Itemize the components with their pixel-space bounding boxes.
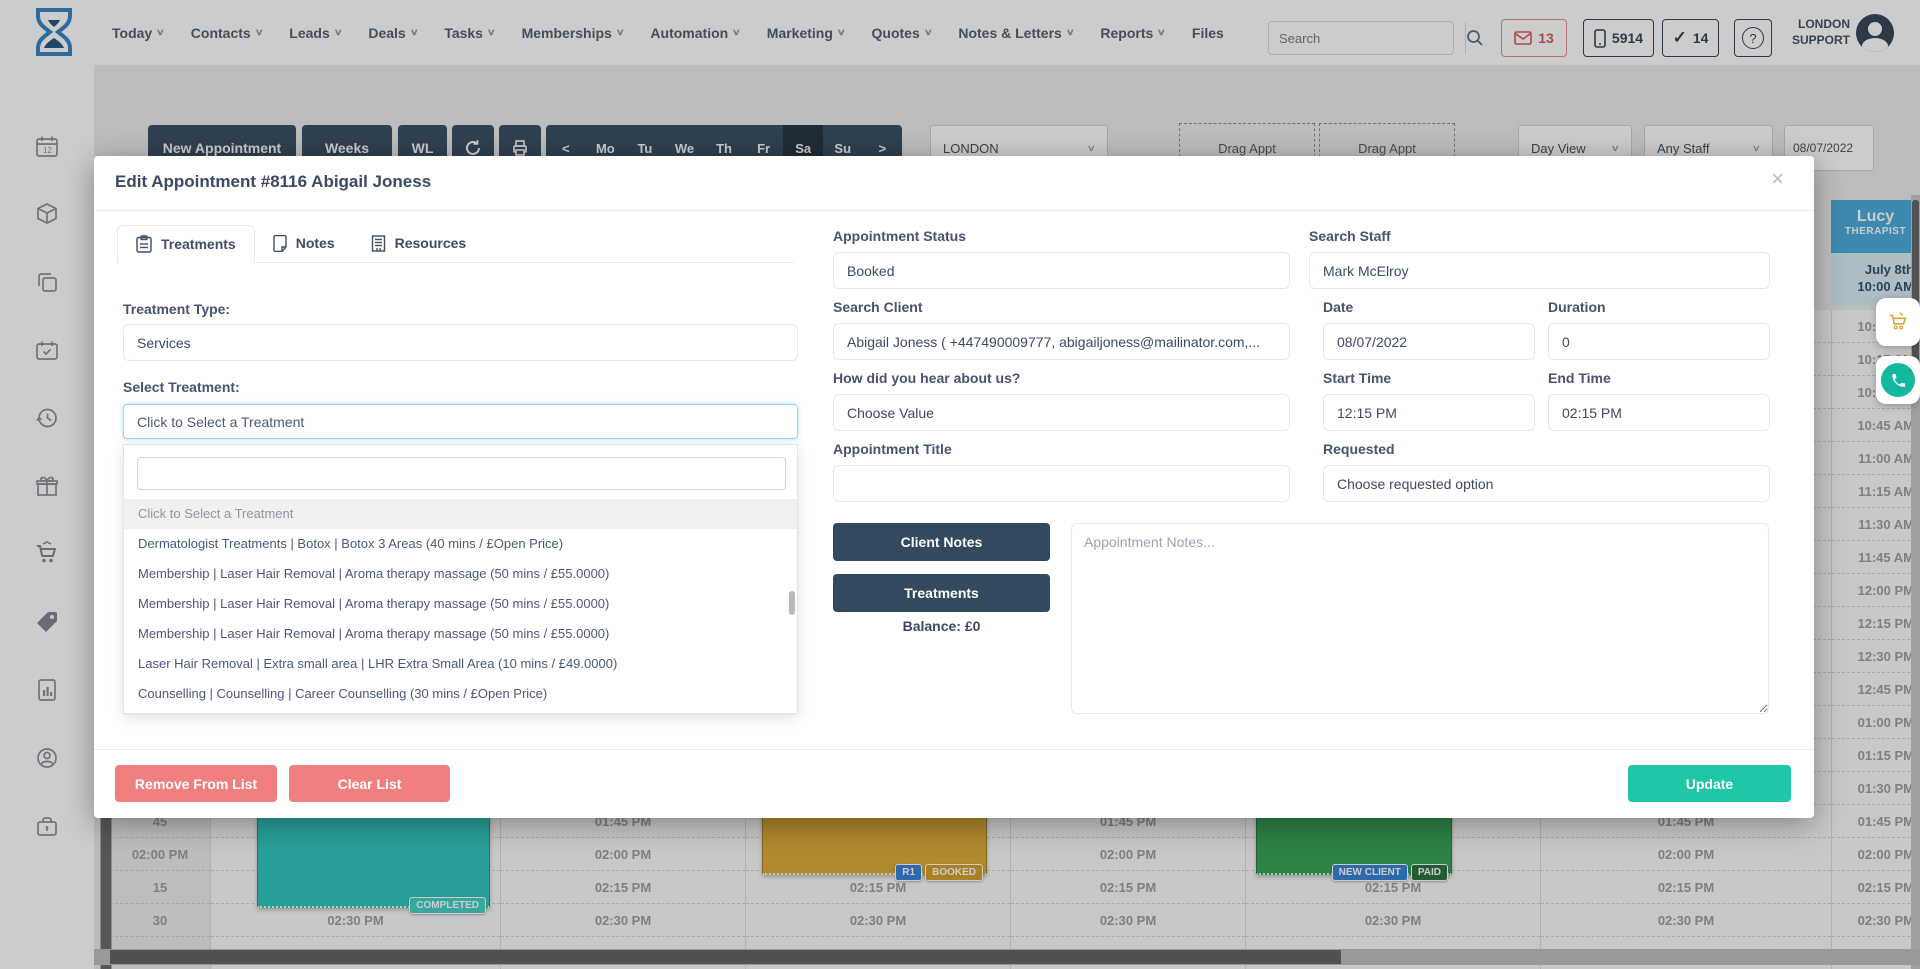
treatment-dropdown: Click to Select a TreatmentDermatologist… (123, 444, 798, 714)
select-treatment-combobox[interactable]: Click to Select a Treatment (123, 404, 798, 439)
tab-label: Notes (296, 235, 335, 251)
treatment-options-list: Click to Select a TreatmentDermatologist… (124, 499, 797, 709)
treatment-option[interactable]: Dermatologist Treatments | Botox | Botox… (124, 529, 797, 559)
hear-about-select[interactable]: Choose Value (833, 394, 1290, 431)
treatment-option[interactable]: Laser Hair Removal | Extra small area | … (124, 649, 797, 679)
treatment-option[interactable]: Counselling | Counselling | Career Couns… (124, 679, 797, 709)
hear-about-label: How did you hear about us? (833, 370, 1020, 386)
end-time-label: End Time (1548, 370, 1611, 386)
duration-input[interactable]: 0 (1548, 323, 1770, 360)
app-canvas: Today∨ Contacts∨ Leads∨ Deals∨ Tasks∨ Me… (0, 0, 1920, 969)
requested-select[interactable]: Choose requested option (1323, 465, 1770, 502)
modal-title: Edit Appointment #8116 Abigail Joness (115, 172, 431, 192)
treatment-option[interactable]: Click to Select a Treatment (124, 499, 797, 529)
update-button[interactable]: Update (1628, 765, 1791, 802)
appointment-status-select[interactable]: Booked (833, 252, 1290, 289)
tab-treatments[interactable]: Treatments (117, 225, 255, 263)
remove-from-list-button[interactable]: Remove From List (115, 765, 277, 802)
treatment-option[interactable]: Membership | Laser Hair Removal | Aroma … (124, 559, 797, 589)
phone-widget[interactable] (1876, 356, 1920, 404)
end-time-input[interactable]: 02:15 PM (1548, 394, 1770, 431)
treatments-button[interactable]: Treatments (833, 574, 1050, 612)
modal-tabs: Treatments Notes Resources (117, 224, 794, 263)
edit-appointment-modal: Edit Appointment #8116 Abigail Joness × … (94, 156, 1814, 818)
start-time-input[interactable]: 12:15 PM (1323, 394, 1535, 431)
close-icon[interactable]: × (1771, 168, 1784, 190)
clear-list-button[interactable]: Clear List (289, 765, 450, 802)
search-client-input[interactable]: Abigail Joness ( +447490009777, abigailj… (833, 323, 1290, 360)
search-staff-input[interactable]: Mark McElroy (1309, 252, 1770, 289)
note-icon (273, 235, 287, 252)
appointment-notes-textarea[interactable] (1071, 523, 1769, 714)
clipboard-icon (136, 235, 152, 253)
requested-label: Requested (1323, 441, 1395, 457)
treatment-option[interactable]: Membership | Laser Hair Removal | Aroma … (124, 589, 797, 619)
search-staff-label: Search Staff (1309, 228, 1391, 244)
select-treatment-label: Select Treatment: (123, 379, 240, 395)
tab-resources[interactable]: Resources (353, 224, 485, 262)
header-divider (94, 210, 1814, 211)
start-time-label: Start Time (1323, 370, 1391, 386)
appointment-title-input[interactable] (833, 465, 1290, 502)
treatment-type-label: Treatment Type: (123, 301, 230, 317)
balance-text: Balance: £0 (833, 618, 1050, 634)
treatment-type-select[interactable]: Services (123, 324, 798, 361)
duration-label: Duration (1548, 299, 1606, 315)
treatment-option[interactable]: Membership | Laser Hair Removal | Aroma … (124, 619, 797, 649)
tab-notes[interactable]: Notes (255, 224, 353, 262)
dropdown-scrollbar-thumb[interactable] (789, 591, 795, 615)
client-notes-button[interactable]: Client Notes (833, 523, 1050, 561)
search-client-label: Search Client (833, 299, 922, 315)
phone-icon (1881, 363, 1915, 397)
date-label: Date (1323, 299, 1353, 315)
tab-label: Resources (395, 235, 467, 251)
footer-divider (94, 749, 1814, 750)
appointment-title-label: Appointment Title (833, 441, 952, 457)
dropdown-search-input[interactable] (137, 457, 786, 490)
cart-icon (1886, 310, 1910, 334)
cart-widget[interactable] (1876, 298, 1920, 346)
appointment-status-label: Appointment Status (833, 228, 966, 244)
tab-label: Treatments (161, 236, 236, 252)
building-icon (371, 235, 386, 252)
date-input[interactable]: 08/07/2022 (1323, 323, 1535, 360)
